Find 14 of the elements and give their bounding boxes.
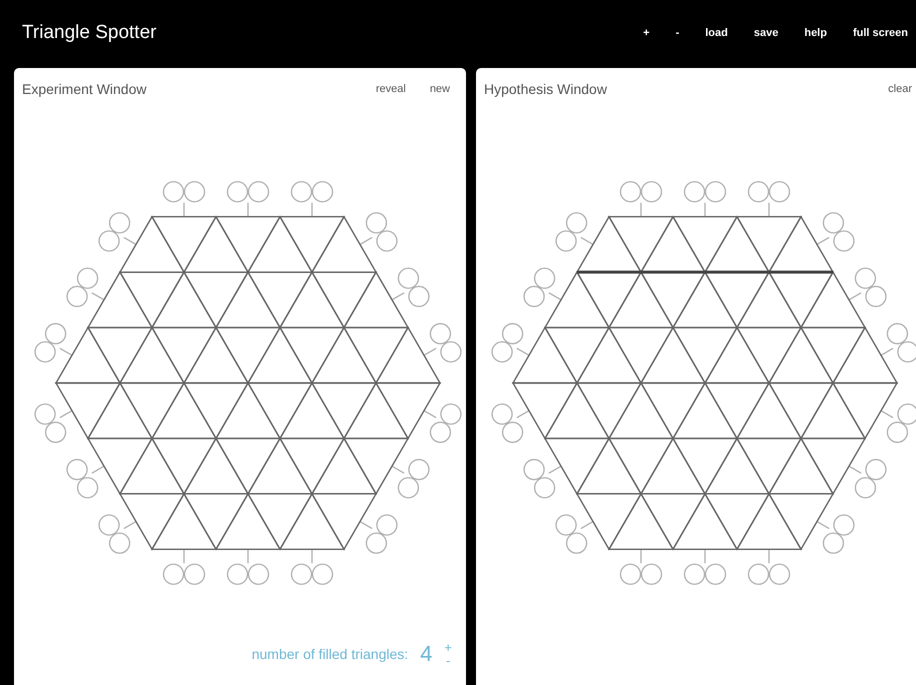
panel-title: Experiment Window <box>22 81 146 97</box>
toolbar-button[interactable]: save <box>754 27 778 39</box>
toolbar-button[interactable]: full screen <box>852 27 908 39</box>
filled-count-label: number of filled triangles: <box>252 646 408 662</box>
panel-action-button[interactable]: reveal <box>376 83 406 95</box>
toolbar-button[interactable]: help <box>804 27 827 39</box>
panel-title: Hypothesis Window <box>484 81 607 97</box>
app-title: Triangle Spotter <box>22 22 156 44</box>
filled-count-value: 4 <box>420 641 432 667</box>
toolbar-button[interactable]: + <box>643 27 650 39</box>
panel-action-button[interactable]: new <box>430 83 450 95</box>
toolbar-button[interactable]: load <box>705 27 728 39</box>
toolbar-button[interactable]: - <box>676 27 680 39</box>
panel-action-button[interactable]: clear <box>888 83 912 95</box>
